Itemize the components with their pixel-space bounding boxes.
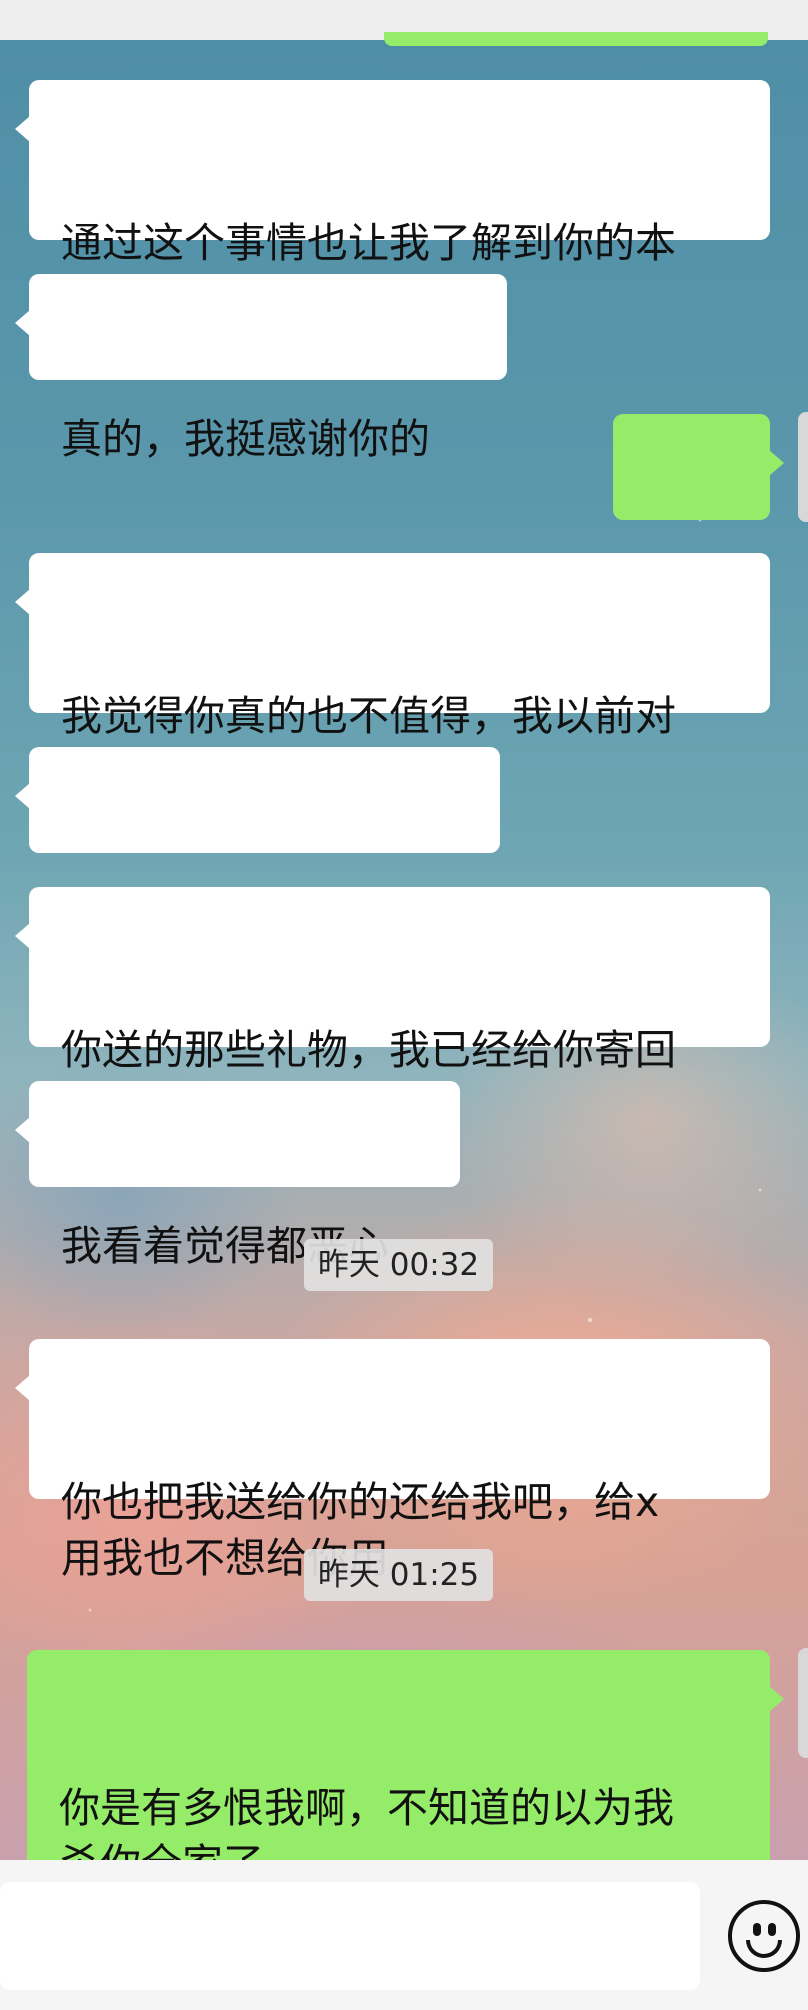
self-avatar[interactable]: [798, 412, 808, 522]
message-bubble-received[interactable]: 我看着觉得都恶心: [15, 1081, 460, 1270]
timestamp-label: 昨天 00:32: [304, 1239, 493, 1291]
message-bubble-received[interactable]: YT6225987393856: [15, 747, 500, 936]
previous-message-bubble-edge[interactable]: [384, 32, 768, 46]
message-bubble-received[interactable]: 通过这个事情也让我了解到你的本 性，对我来说挺好的: [15, 80, 770, 323]
emoji-eye: [753, 1923, 761, 1936]
message-bubble-sent[interactable]: 你是有多恨我啊，不知道的以为我 杀你全家了， 你骂我，拿过去的事戳我，三番两: [27, 1650, 784, 1944]
self-avatar[interactable]: [798, 1648, 808, 1758]
message-bubble-received[interactable]: 你送的那些礼物，我已经给你寄回 去了: [15, 887, 770, 1130]
emoji-mouth: [746, 1940, 782, 1958]
message-bubble-received[interactable]: 我觉得你真的也不值得，我以前对 你的那些付出: [15, 553, 770, 796]
smiley-face-icon[interactable]: [728, 1900, 800, 1972]
message-bubble-received[interactable]: 你也把我送给你的还给我吧，给x 用我也不想给你用: [15, 1339, 770, 1582]
message-bubble-sent[interactable]: 好的: [613, 414, 784, 603]
emoji-eye: [768, 1923, 776, 1936]
message-input-bar: [0, 1860, 808, 2010]
message-bubble-received[interactable]: 真的，我挺感谢你的: [15, 274, 507, 463]
timestamp-label: 昨天 01:25: [304, 1549, 493, 1601]
message-text: 真的，我挺感谢你的: [61, 415, 430, 463]
message-input-field[interactable]: [0, 1882, 700, 1990]
